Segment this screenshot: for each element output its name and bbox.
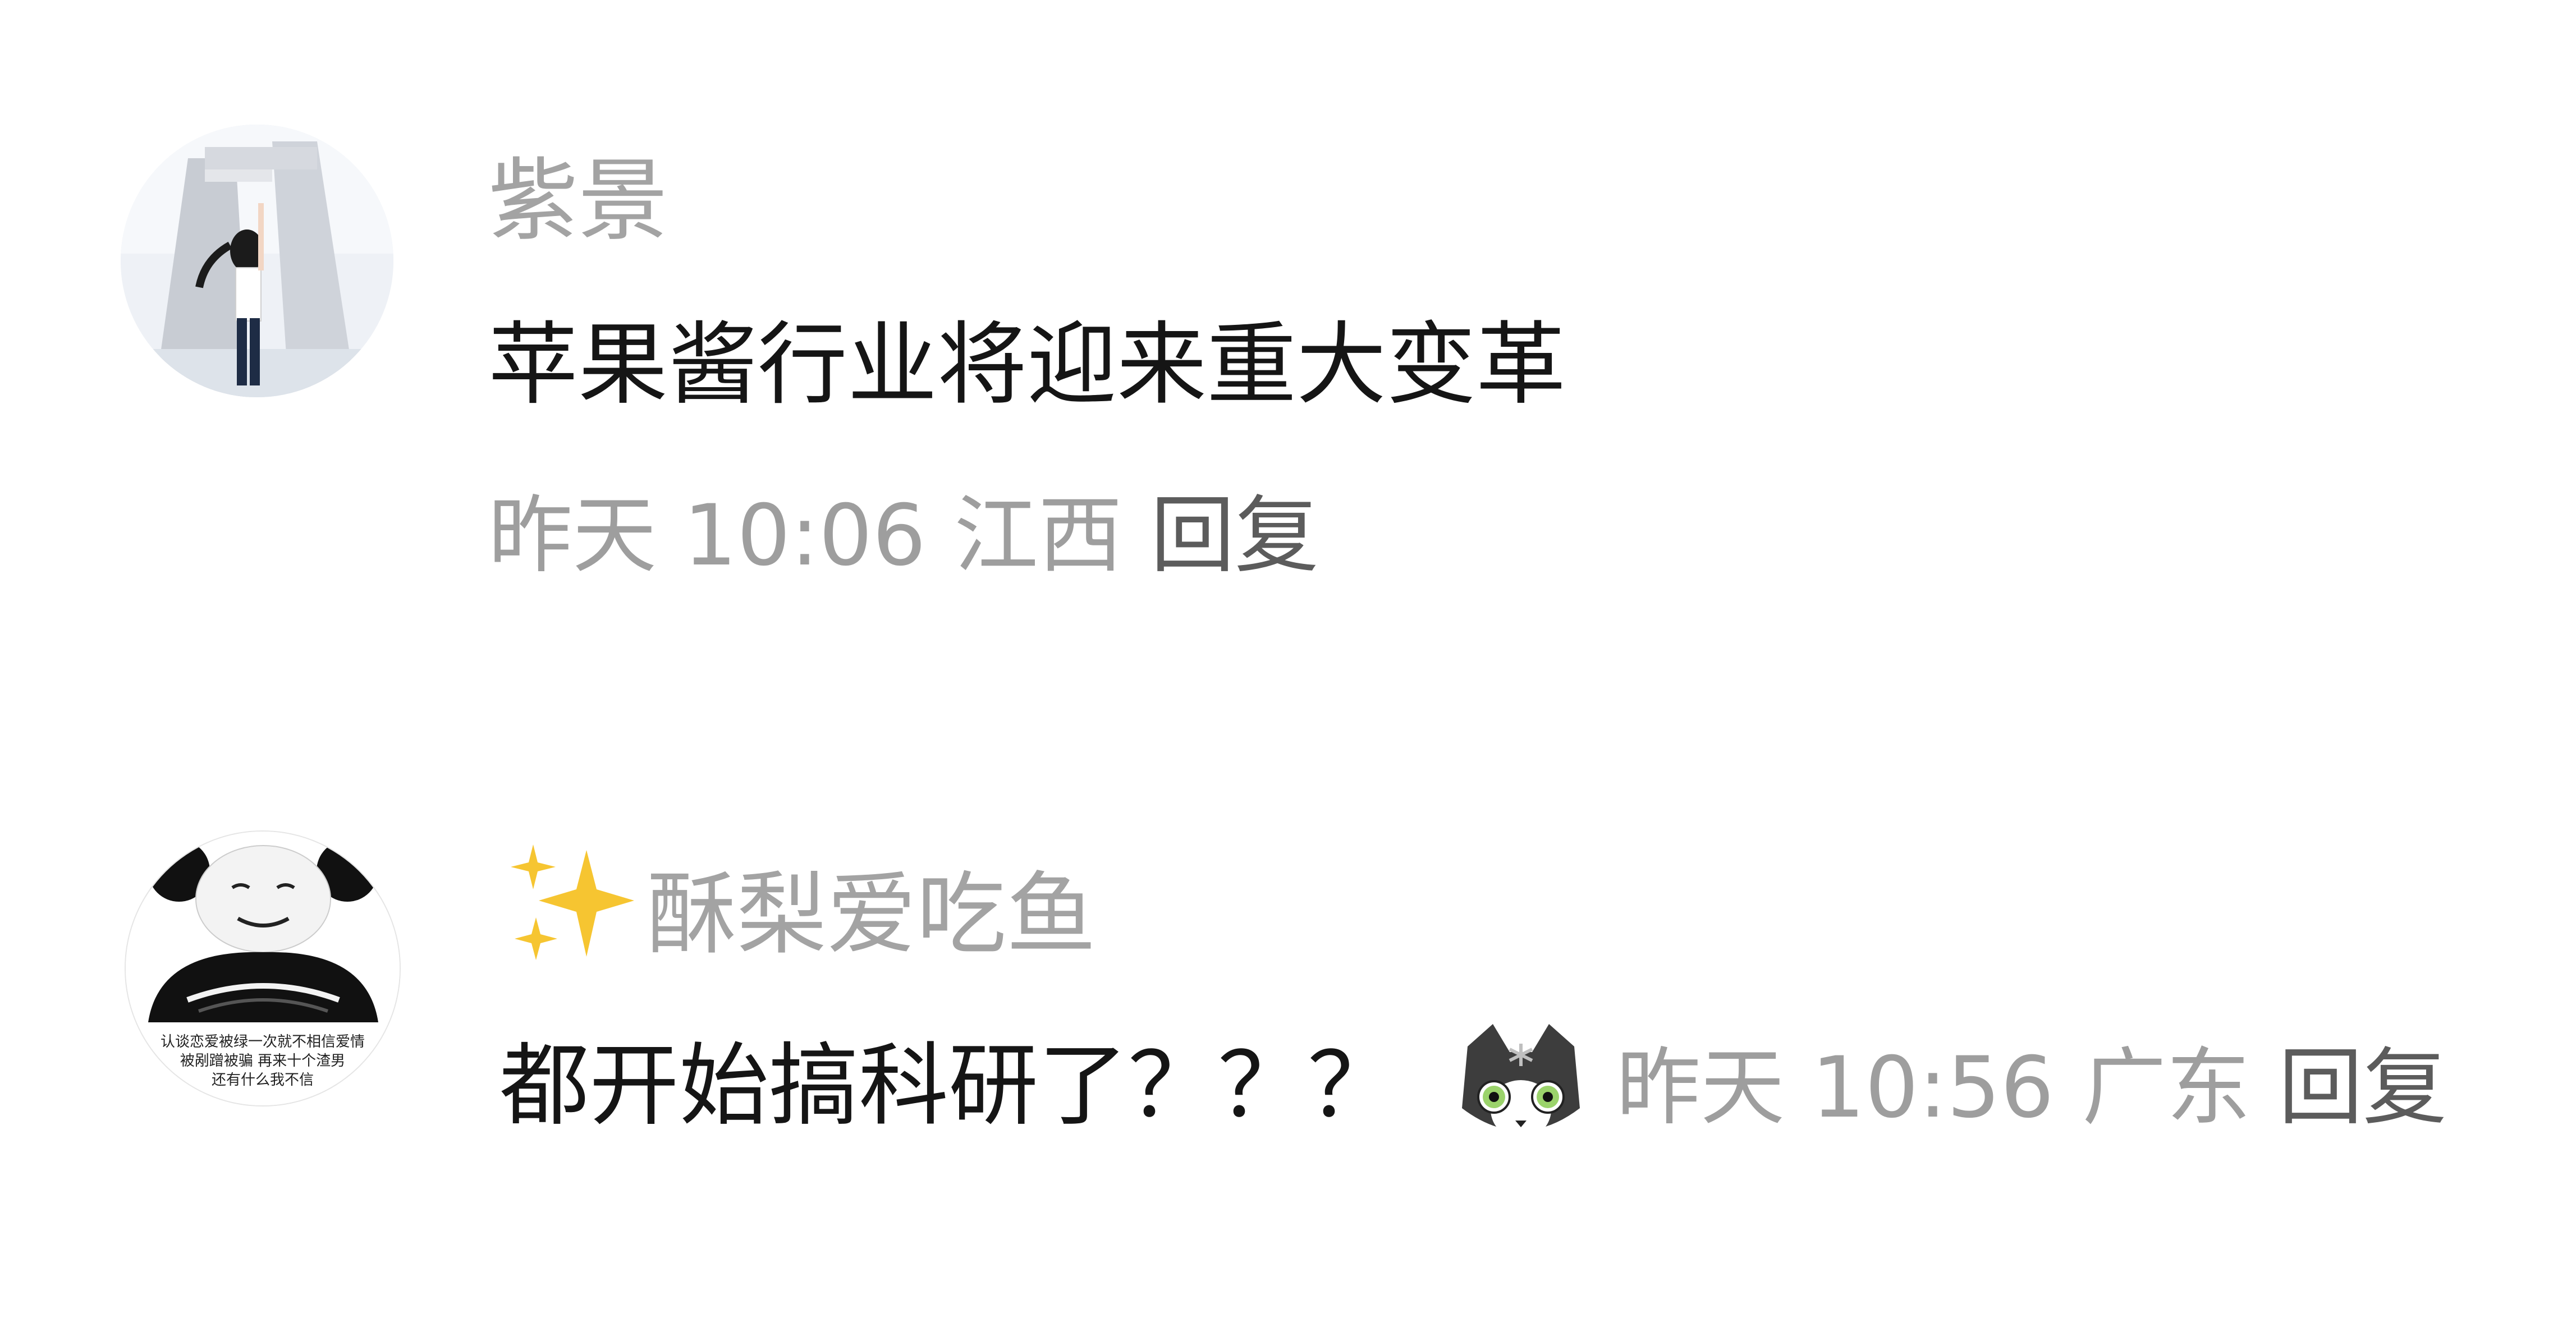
comment-text-row: 都开始搞科研了？？？ 昨天 10:56 广东 回复 [499, 1024, 2447, 1147]
comment-meta: 昨天 10:56 广东 回复 [1616, 1039, 2447, 1137]
avatar[interactable]: 认谈恋爱被绿一次就不相信爱情 被剐蹭被骗 再来十个渣男 还有什么我不信 [125, 830, 401, 1106]
reply-button[interactable]: 回复 [2279, 1039, 2447, 1137]
avatar-caption-segment: 被剐蹭被骗 [180, 1053, 253, 1069]
comment-location: 江西 [954, 487, 1122, 585]
girl-photo-avatar-icon [121, 125, 393, 397]
avatar-caption: 认谈恋爱被绿一次就不相信爱情 被剐蹭被骗 再来十个渣男 还有什么我不信 [126, 1032, 400, 1090]
comment-username-text[interactable]: 酥梨爱吃鱼 [647, 862, 1096, 967]
comment-time: 昨天 10:06 [488, 487, 926, 585]
reply-button[interactable]: 回复 [1151, 487, 1319, 585]
comment-username[interactable]: 紫景 [488, 156, 668, 246]
avatar-caption-line: 还有什么我不信 [211, 1072, 314, 1089]
avatar-caption-line: 认谈恋爱被绿一次就不相信爱情 [160, 1034, 365, 1050]
comment-username[interactable]: 酥梨爱吃鱼 [502, 844, 1096, 962]
comment-text: 苹果酱行业将迎来重大变革 [488, 312, 1566, 417]
comment-item: 紫景 苹果酱行业将迎来重大变革 昨天 10:06 江西 回复 [0, 0, 2576, 673]
avatar-caption-segment: 再来十个渣男 [258, 1053, 346, 1069]
sparkles-icon [511, 844, 634, 960]
comment-text: 都开始搞科研了？？？ [499, 1033, 1398, 1138]
cat-face-emoji-icon [1462, 1024, 1580, 1142]
comment-location: 广东 [2082, 1039, 2250, 1137]
comment-meta: 昨天 10:06 江西 回复 [488, 494, 1319, 578]
avatar-caption-line: 被剐蹭被骗 再来十个渣男 [126, 1052, 400, 1071]
comment-item: 认谈恋爱被绿一次就不相信爱情 被剐蹭被骗 再来十个渣男 还有什么我不信 酥梨爱吃… [0, 673, 2576, 1327]
avatar[interactable] [121, 125, 393, 397]
comment-time: 昨天 10:56 [1616, 1039, 2054, 1137]
